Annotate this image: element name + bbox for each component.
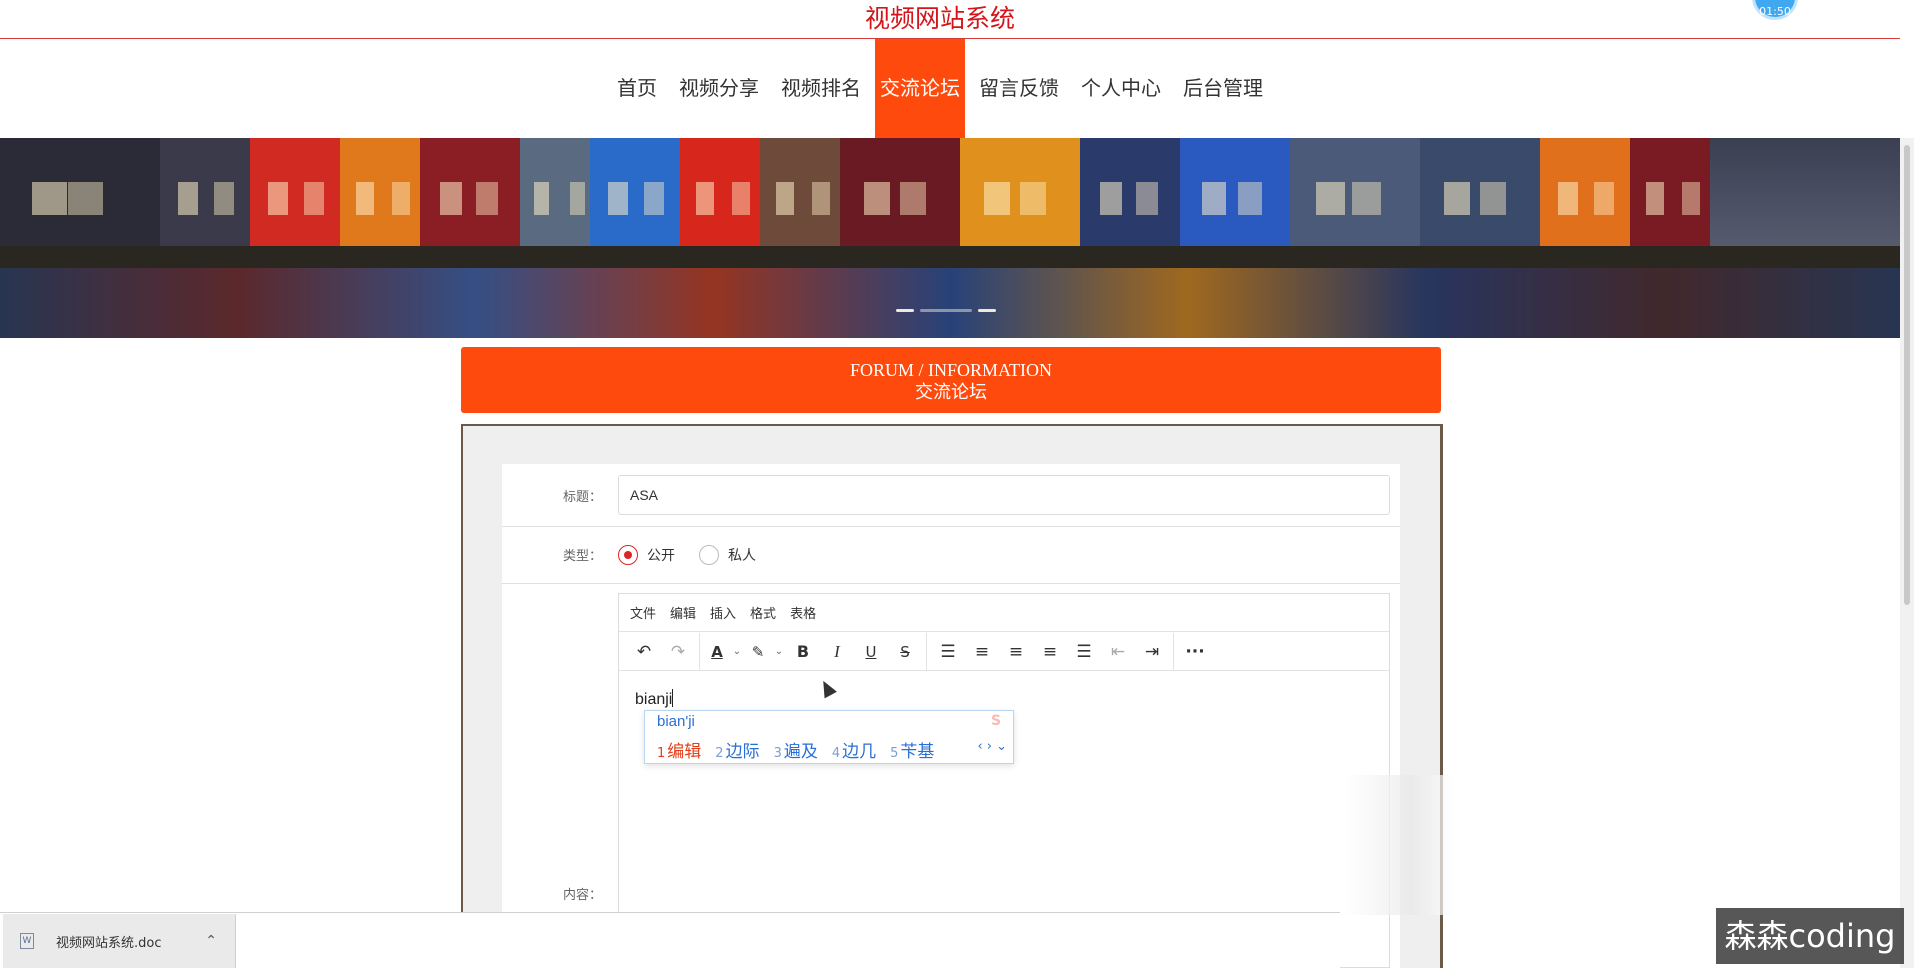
download-item[interactable]: W 视频网站系统.doc ⌃ <box>3 914 236 968</box>
ime-logo-icon: S <box>990 713 1002 729</box>
main-nav: 首页 视频分享 视频排名 交流论坛 留言反馈 个人中心 后台管理 <box>0 39 1900 138</box>
editor-menubar: 文件 编辑 插入 格式 表格 <box>619 594 1389 632</box>
ime-candidates: 1 编辑 2 边际 3 遍及 4 边几 5 苄基 <box>657 737 948 762</box>
menu-format[interactable]: 格式 <box>750 603 776 622</box>
nav-item-forum[interactable]: 交流论坛 <box>875 39 965 138</box>
ime-candidate-window: bian'ji S 1 编辑 2 边际 3 遍及 4 边几 5 苄基 ‹ › ⌄ <box>644 710 1014 764</box>
menu-table[interactable]: 表格 <box>790 603 816 622</box>
text-color-icon[interactable]: A <box>704 637 730 667</box>
editor-content[interactable]: bianji <box>635 689 674 709</box>
line-height-icon[interactable]: ☰ <box>931 637 965 667</box>
highlight-icon[interactable]: ✎ <box>744 637 772 667</box>
strikethrough-icon[interactable]: S <box>888 637 922 667</box>
banner-carousel[interactable] <box>0 138 1900 338</box>
ime-candidate[interactable]: 1 编辑 <box>657 737 701 762</box>
align-left-icon[interactable]: ≡ <box>965 637 999 667</box>
section-header: FORUM / INFORMATION 交流论坛 <box>461 347 1441 413</box>
nav-item-feedback[interactable]: 留言反馈 <box>971 39 1067 138</box>
carousel-dot[interactable] <box>920 309 972 312</box>
underline-icon[interactable]: U <box>854 637 888 667</box>
carousel-dot[interactable] <box>978 309 996 312</box>
nav-item-admin[interactable]: 后台管理 <box>1175 39 1271 138</box>
chevron-up-icon[interactable]: ⌃ <box>205 933 217 949</box>
menu-edit[interactable]: 编辑 <box>670 603 696 622</box>
indent-icon[interactable]: ⇥ <box>1135 637 1169 667</box>
radio-private-label: 私人 <box>728 548 756 564</box>
radio-public[interactable]: 公开 <box>618 545 675 565</box>
italic-icon[interactable]: I <box>820 637 854 667</box>
bold-icon[interactable]: B <box>786 637 820 667</box>
nav-item-video-share[interactable]: 视频分享 <box>671 39 767 138</box>
section-title-en: FORUM / INFORMATION <box>849 360 1053 380</box>
title-label: 标题： <box>562 490 602 505</box>
radio-private-circle[interactable] <box>699 545 719 565</box>
type-label: 类型： <box>562 549 602 564</box>
text-caret <box>672 689 674 707</box>
content-label: 内容： <box>562 888 602 903</box>
nav-item-home[interactable]: 首页 <box>609 39 665 138</box>
outdent-icon[interactable]: ⇤ <box>1101 637 1135 667</box>
more-icon[interactable]: ··· <box>1178 637 1212 667</box>
row-divider <box>502 583 1400 584</box>
carousel-dot[interactable] <box>896 309 914 312</box>
highlight-dropdown-icon[interactable]: ⌄ <box>772 637 786 667</box>
ime-candidate[interactable]: 4 边几 <box>832 737 876 762</box>
ime-page-arrows[interactable]: ‹ › ⌄ <box>977 739 1007 754</box>
align-center-icon[interactable]: ≡ <box>999 637 1033 667</box>
banner-dock <box>0 246 1900 268</box>
menu-insert[interactable]: 插入 <box>710 603 736 622</box>
radio-public-circle[interactable] <box>618 545 638 565</box>
screen-blur <box>1345 775 1455 915</box>
editor-toolbar: ↶ ↷ A ⌄ ✎ ⌄ B I U S ☰ ≡ ≡ ≡ ☰ ⇤ ⇥ ··· <box>619 632 1389 671</box>
banner-water <box>0 268 1900 338</box>
ime-pinyin: bian'ji <box>657 713 695 730</box>
banner-houses <box>0 138 1900 248</box>
site-title: 视频网站系统 <box>864 4 1015 33</box>
title-input[interactable]: ASA <box>618 475 1390 515</box>
radio-public-label: 公开 <box>647 548 675 564</box>
align-justify-icon[interactable]: ☰ <box>1067 637 1101 667</box>
row-divider <box>502 526 1400 527</box>
redo-icon[interactable]: ↷ <box>661 637 695 667</box>
ime-candidate[interactable]: 2 边际 <box>715 737 759 762</box>
menu-file[interactable]: 文件 <box>630 603 656 622</box>
editor-text: bianji <box>635 691 673 708</box>
document-icon: W <box>20 933 34 949</box>
ime-candidate[interactable]: 3 遍及 <box>774 737 818 762</box>
download-file-name: 视频网站系统.doc <box>56 935 162 951</box>
section-title-cn: 交流论坛 <box>915 382 987 402</box>
radio-private[interactable]: 私人 <box>699 545 756 565</box>
align-right-icon[interactable]: ≡ <box>1033 637 1067 667</box>
text-color-dropdown-icon[interactable]: ⌄ <box>730 637 744 667</box>
nav-item-personal-center[interactable]: 个人中心 <box>1073 39 1169 138</box>
carousel-indicators <box>896 309 996 312</box>
nav-item-video-ranking[interactable]: 视频排名 <box>773 39 869 138</box>
ime-candidate[interactable]: 5 苄基 <box>890 737 934 762</box>
undo-icon[interactable]: ↶ <box>627 637 661 667</box>
watermark: 森森coding <box>1716 908 1904 964</box>
page-scrollbar-thumb[interactable] <box>1904 145 1910 605</box>
